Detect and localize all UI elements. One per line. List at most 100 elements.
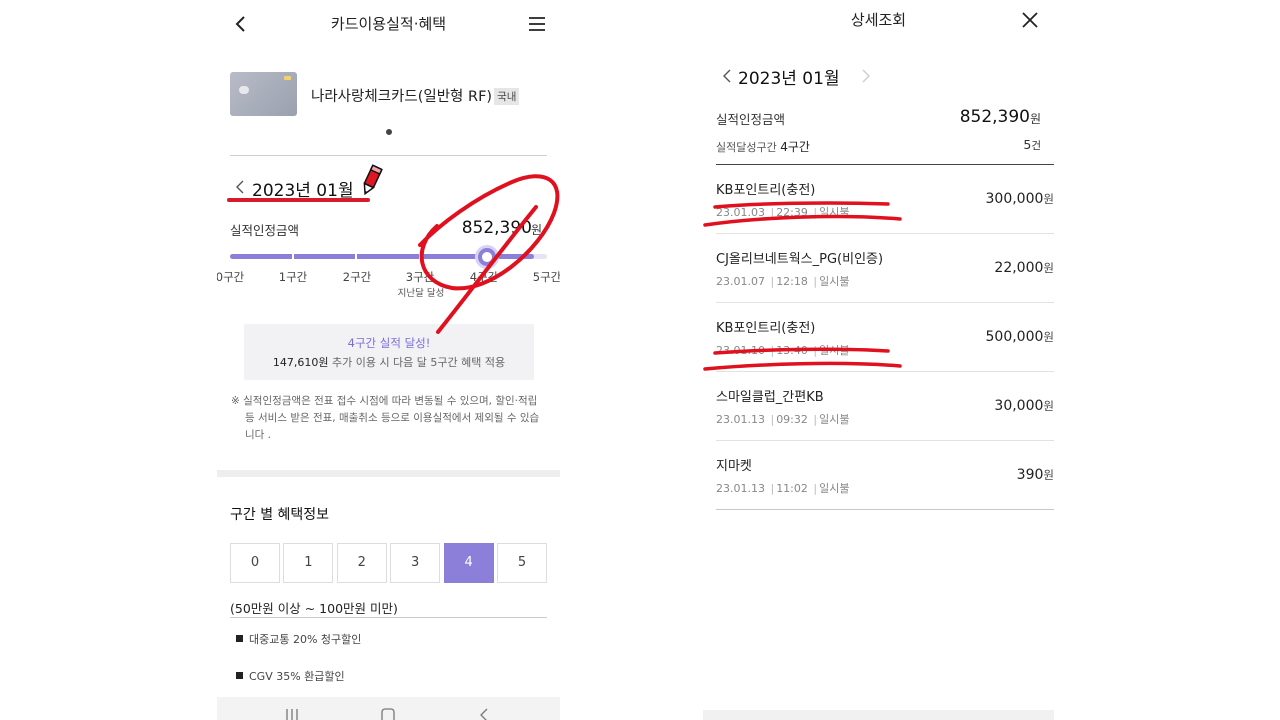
detail-title: 상세조회 <box>850 11 907 29</box>
highlight-underline <box>227 198 370 202</box>
section-divider <box>217 470 560 477</box>
performance-unit: 원 <box>530 223 542 237</box>
achievement-title: 4구간 실적 달성! <box>347 336 431 350</box>
merchant-name: 스마일클럽_간편KB <box>716 390 824 405</box>
section-prefix: 실적달성구간 <box>716 141 777 154</box>
page-title: 카드이용실적·혜택 <box>330 15 447 33</box>
prev-month-icon[interactable] <box>235 180 245 194</box>
segment-label: 2구간 <box>342 270 372 284</box>
meta-separator: | <box>766 275 775 288</box>
meta-separator: | <box>766 413 775 426</box>
annotation-layer <box>418 174 902 371</box>
segment-label: 1구간 <box>278 270 308 284</box>
transaction-row[interactable]: CJ올리브네트웍스_PG(비인증) 23.01.07 | 12:18 | 일시불 22,… <box>716 234 1054 303</box>
bullet-icon <box>236 635 243 642</box>
month-label: 2023년 01월 <box>738 69 840 89</box>
achievement-box: 4구간 실적 달성! 147,610원 추가 이용 시 다음 달 5구간 혜택 … <box>244 324 534 380</box>
tab-segment-4[interactable]: 4 <box>443 543 494 583</box>
transaction-meta: 23.01.03 | 22:39 | 일시불 <box>716 204 849 220</box>
progress-tick <box>419 254 421 259</box>
pager-dot <box>386 129 392 135</box>
transaction-row[interactable]: 스마일클럽_간편KB 23.01.13 | 09:32 | 일시불 30,000원 <box>716 372 1054 441</box>
card-name-text: 나라사랑체크카드(일반형 RF) <box>311 89 493 105</box>
transaction-detail-screen: 상세조회 2023년 01월 실적인정금액 852,390 원 실적달성구간 4… <box>703 0 1054 720</box>
home-icon[interactable] <box>380 707 396 720</box>
achievement-message-text: 추가 이용 시 다음 달 5구간 혜택 적용 <box>328 356 506 369</box>
summary-label: 실적인정금액 <box>716 112 786 127</box>
section-value: 4구간 <box>780 140 810 154</box>
performance-label: 실적인정금액 <box>230 223 300 238</box>
card-brand-icon <box>284 76 291 80</box>
card-performance-screen: 카드이용실적·혜택 나라사랑체크카드(일반형 RF) 국내 2023년 01월 실… <box>217 0 560 720</box>
count-unit: 건 <box>1031 140 1041 152</box>
close-icon[interactable] <box>1021 11 1039 29</box>
transaction-row[interactable]: 지마켓 23.01.13 | 11:02 | 일시불 390원 <box>716 441 1054 510</box>
card-selector[interactable]: 나라사랑체크카드(일반형 RF) 국내 <box>230 72 550 116</box>
meta-separator: | <box>809 413 818 426</box>
progress-knob <box>478 248 497 266</box>
payment-type: 일시불 <box>819 275 850 288</box>
merchant-name: KB포인트리(충전) <box>716 183 816 198</box>
bullet-icon <box>236 672 243 679</box>
next-month-icon[interactable] <box>861 69 871 83</box>
merchant-name: KB포인트리(충전) <box>716 321 816 336</box>
amount-value: 30,000 <box>994 398 1044 414</box>
merchant-name: 지마켓 <box>716 459 752 474</box>
header: 카드이용실적·혜택 <box>217 0 560 48</box>
card-image <box>230 72 297 116</box>
progress-tick <box>355 254 357 259</box>
summary-unit: 원 <box>1029 112 1041 126</box>
domestic-badge: 국내 <box>494 88 520 105</box>
transaction-date: 23.01.13 <box>716 413 765 426</box>
recent-apps-icon[interactable] <box>285 707 299 720</box>
meta-separator: | <box>766 206 775 219</box>
card-chip-icon <box>239 86 249 94</box>
segment-label: 4구간 <box>469 270 499 284</box>
amount-value: 500,000 <box>985 329 1044 345</box>
benefit-item: CGV 35% 환급할인 <box>236 668 345 684</box>
progress-track <box>230 254 547 259</box>
transaction-meta: 23.01.07 | 12:18 | 일시불 <box>716 273 849 289</box>
hamburger-menu-icon[interactable] <box>526 14 548 34</box>
transaction-amount: 30,000원 <box>994 398 1054 414</box>
transaction-date: 23.01.07 <box>716 275 765 288</box>
tab-segment-3[interactable]: 3 <box>390 543 441 583</box>
segment-tabs: 012345 <box>230 543 547 583</box>
transaction-time: 09:32 <box>776 413 808 426</box>
benefit-item: 대중교통 20% 청구할인 <box>236 631 361 647</box>
remaining-amount: 147,610원 <box>272 356 329 369</box>
system-back-icon[interactable] <box>478 707 490 720</box>
tab-segment-1[interactable]: 1 <box>283 543 334 583</box>
payment-type: 일시불 <box>819 206 850 219</box>
tab-segment-5[interactable]: 5 <box>497 543 547 583</box>
system-nav-bar <box>217 697 560 720</box>
amount-value: 390 <box>1016 467 1044 483</box>
transaction-row[interactable]: KB포인트리(충전) 23.01.10 | 13:40 | 일시불 500,000원 <box>716 303 1054 372</box>
prev-month-icon[interactable] <box>722 69 732 83</box>
divider <box>230 617 547 618</box>
transaction-meta: 23.01.10 | 13:40 | 일시불 <box>716 342 849 358</box>
amount-value: 22,000 <box>994 260 1044 276</box>
meta-separator: | <box>766 344 775 357</box>
segment-note: 지난달 달성 <box>397 288 445 299</box>
transaction-date: 23.01.10 <box>716 344 765 357</box>
payment-type: 일시불 <box>819 482 850 495</box>
amount-unit: 원 <box>1043 261 1054 275</box>
transaction-meta: 23.01.13 | 09:32 | 일시불 <box>716 411 849 427</box>
transaction-meta: 23.01.13 | 11:02 | 일시불 <box>716 480 849 496</box>
meta-separator: | <box>766 482 775 495</box>
transaction-row[interactable]: KB포인트리(충전) 23.01.03 | 22:39 | 일시불 300,000원 <box>716 165 1054 234</box>
progress-tick <box>292 254 294 259</box>
tab-segment-0[interactable]: 0 <box>230 543 280 583</box>
performance-amount: 852,390 <box>461 218 532 238</box>
meta-separator: | <box>809 206 818 219</box>
transaction-date: 23.01.03 <box>716 206 765 219</box>
benefit-text: CGV 35% 환급할인 <box>249 670 345 683</box>
meta-separator: | <box>809 482 818 495</box>
merchant-name: CJ올리브네트웍스_PG(비인증) <box>716 252 884 267</box>
month-selector: 2023년 01월 <box>722 64 870 89</box>
amount-unit: 원 <box>1043 468 1054 482</box>
amount-unit: 원 <box>1043 399 1054 413</box>
payment-type: 일시불 <box>819 344 850 357</box>
tab-segment-2[interactable]: 2 <box>336 543 387 583</box>
